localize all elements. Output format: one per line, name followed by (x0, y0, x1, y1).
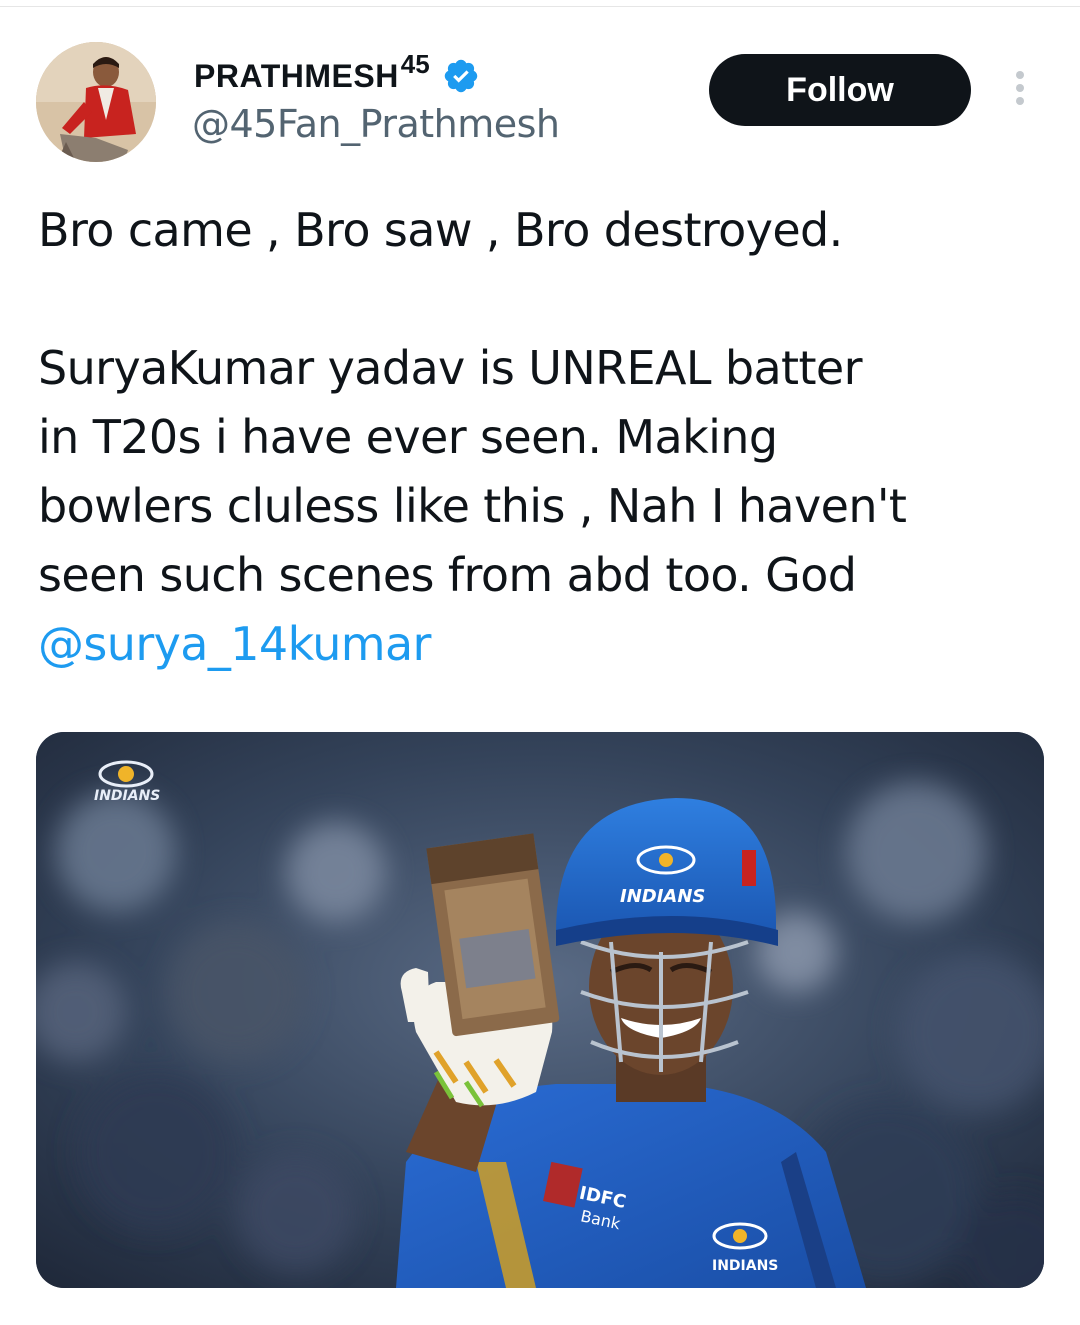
avatar-photo (36, 42, 156, 162)
author-avatar[interactable] (36, 42, 156, 162)
tweet-text-line: SuryaKumar yadav is UNREAL batter (38, 341, 863, 395)
tweet-text-line: seen such scenes from abd too. God (38, 548, 857, 602)
author-display-name[interactable]: PRATHMESH (194, 58, 399, 95)
svg-text:INDIANS: INDIANS (94, 788, 160, 804)
svg-text:INDIANS: INDIANS (620, 886, 705, 907)
more-vertical-icon[interactable] (1008, 70, 1032, 110)
author-display-name-suffix[interactable]: 45 (401, 49, 430, 80)
tweet-text-line: in T20s i have ever seen. Making (38, 410, 778, 464)
svg-text:INDIANS: INDIANS (712, 1258, 778, 1274)
tweet-text: Bro came , Bro saw , Bro destroyed. Sury… (38, 196, 1048, 679)
follow-button[interactable]: Follow (709, 54, 971, 126)
tweet-text-line: bowlers cluless like this , Nah I haven'… (38, 479, 907, 533)
author-handle[interactable]: @45Fan_Prathmesh (192, 102, 560, 146)
tweet-media-photo[interactable]: INDIANS IDFC Bank INDIANS INDIANS (36, 732, 1044, 1288)
cricket-player-photo: INDIANS IDFC Bank INDIANS INDIANS (36, 732, 1044, 1288)
verified-badge-icon (442, 57, 480, 95)
top-divider (0, 6, 1080, 7)
mention-link[interactable]: @surya_14kumar (38, 617, 431, 671)
author-name-row[interactable]: PRATHMESH 45 (194, 49, 480, 100)
tweet-text-line: Bro came , Bro saw , Bro destroyed. (38, 203, 843, 257)
